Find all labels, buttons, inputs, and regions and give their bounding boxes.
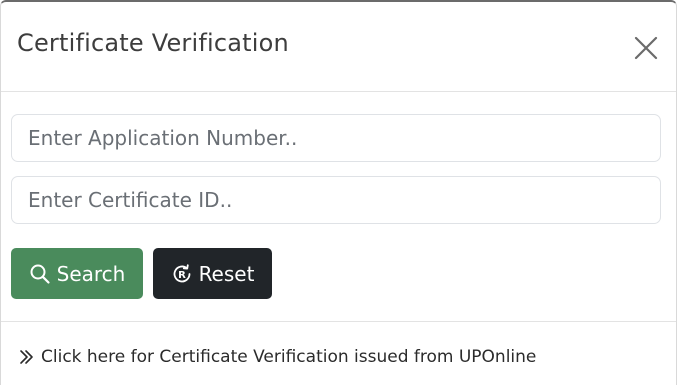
certificate-id-input[interactable]: [11, 176, 661, 224]
uponline-verification-link[interactable]: Click here for Certificate Verification …: [19, 347, 536, 367]
svg-text:R: R: [178, 270, 186, 281]
close-icon: [631, 33, 661, 63]
modal-header: Certificate Verification: [1, 2, 676, 92]
close-button[interactable]: [631, 33, 661, 63]
search-button-label: Search: [56, 261, 126, 286]
double-chevron-right-icon: [19, 349, 35, 365]
certificate-verification-modal: Certificate Verification Search: [0, 0, 677, 385]
modal-title: Certificate Verification: [17, 29, 289, 57]
application-number-input[interactable]: [11, 114, 661, 162]
footer-divider: [1, 321, 676, 322]
uponline-verification-link-text: Click here for Certificate Verification …: [41, 347, 537, 367]
reset-button-label: Reset: [198, 261, 255, 286]
reset-icon: R: [171, 263, 193, 285]
reset-button[interactable]: R Reset: [153, 248, 272, 299]
search-button[interactable]: Search: [11, 248, 143, 299]
search-icon: [29, 263, 51, 285]
